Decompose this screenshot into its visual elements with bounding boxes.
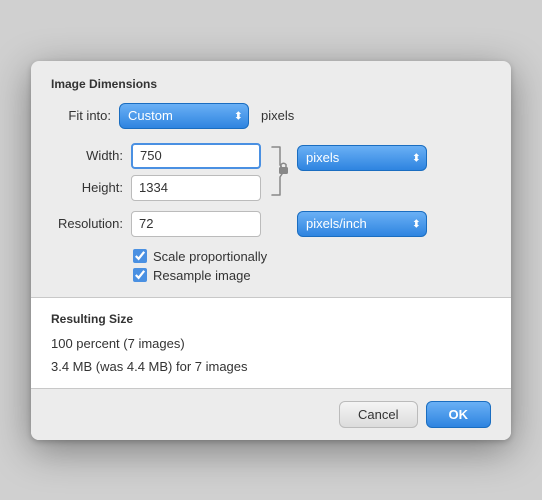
scale-proportionally-row[interactable]: Scale proportionally <box>133 249 491 264</box>
resample-image-checkbox[interactable] <box>133 268 147 282</box>
image-dimensions-dialog: Image Dimensions Fit into: Custom 1024×7… <box>31 61 511 440</box>
width-input[interactable] <box>131 143 261 169</box>
result-line-1: 100 percent (7 images) <box>51 336 491 351</box>
resolution-input[interactable] <box>131 211 261 237</box>
width-row: Width: <box>51 143 261 169</box>
ok-button[interactable]: OK <box>426 401 492 428</box>
cancel-button[interactable]: Cancel <box>339 401 417 428</box>
pixels-label: pixels <box>261 108 294 123</box>
resolution-row: Resolution: pixels/inch pixels/cm ⬍ <box>51 211 491 237</box>
fit-into-select-wrapper[interactable]: Custom 1024×768 800×600 1920×1080 ⬍ <box>119 103 249 129</box>
result-section: Resulting Size 100 percent (7 images) 3.… <box>31 297 511 388</box>
resample-image-label: Resample image <box>153 268 251 283</box>
height-input[interactable] <box>131 175 261 201</box>
scale-proportionally-label: Scale proportionally <box>153 249 267 264</box>
resolution-unit-select[interactable]: pixels/inch pixels/cm <box>297 211 427 237</box>
resolution-unit-wrapper[interactable]: pixels/inch pixels/cm ⬍ <box>297 211 427 237</box>
height-label: Height: <box>51 180 123 195</box>
unit-select-wrapper[interactable]: pixels percent inches cm ⬍ <box>297 145 427 171</box>
top-section: Image Dimensions Fit into: Custom 1024×7… <box>31 61 511 297</box>
resolution-label: Resolution: <box>51 216 123 231</box>
checkboxes-area: Scale proportionally Resample image <box>133 249 491 283</box>
fit-into-label: Fit into: <box>51 108 111 123</box>
scale-proportionally-checkbox[interactable] <box>133 249 147 263</box>
link-bracket-area <box>269 145 289 197</box>
fit-into-row: Fit into: Custom 1024×768 800×600 1920×1… <box>51 103 491 129</box>
height-row: Height: <box>51 175 261 201</box>
link-bracket-icon <box>270 145 288 197</box>
width-label: Width: <box>51 148 123 163</box>
dialog-footer: Cancel OK <box>31 388 511 440</box>
dimension-unit-select[interactable]: pixels percent inches cm <box>297 145 427 171</box>
resample-image-row[interactable]: Resample image <box>133 268 491 283</box>
fit-into-select[interactable]: Custom 1024×768 800×600 1920×1080 <box>119 103 249 129</box>
dimensions-area: Width: Height: <box>51 143 491 201</box>
wh-fields: Width: Height: <box>51 143 261 201</box>
result-line-2: 3.4 MB (was 4.4 MB) for 7 images <box>51 359 491 374</box>
result-section-title: Resulting Size <box>51 312 491 326</box>
dialog-title: Image Dimensions <box>51 77 491 91</box>
